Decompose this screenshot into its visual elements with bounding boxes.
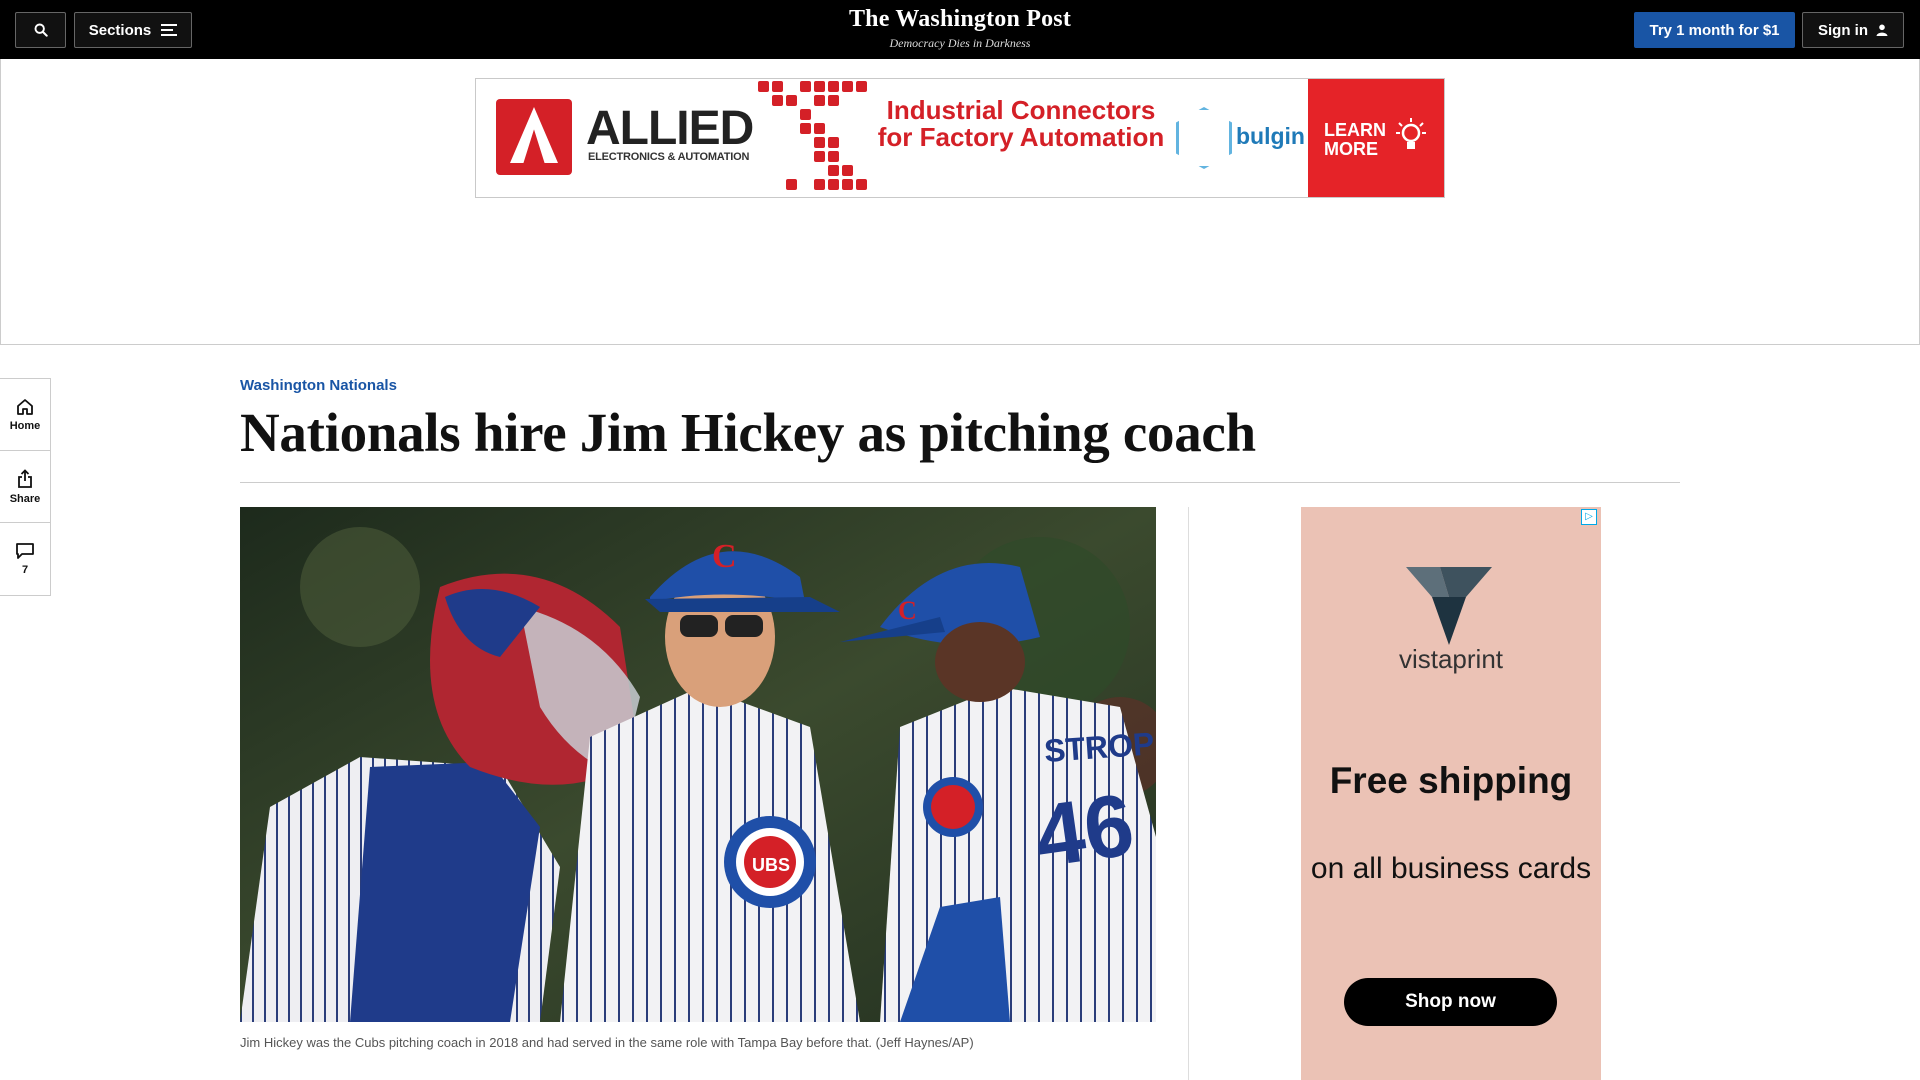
headline-divider (240, 482, 1680, 483)
home-icon (17, 398, 33, 415)
top-navigation-bar: Sections The Washington Post Democracy D… (0, 0, 1920, 59)
ad-headline: Free shipping (1329, 760, 1573, 801)
sections-label: Sections (88, 21, 152, 39)
ad-partner-name: bulgin (1236, 123, 1305, 149)
svg-text:UBS: UBS (752, 855, 790, 875)
vistaprint-logo-icon (1406, 567, 1492, 645)
top-banner-ad[interactable]: ▷ ✕ ALLIED ELECTRONICS & AUTOMATION Indu… (475, 78, 1445, 198)
column-divider (1188, 507, 1189, 1080)
bulgin-logo: bulgin (1176, 103, 1316, 175)
hamburger-menu-icon (161, 24, 178, 36)
ad-brand-subtitle: ELECTRONICS & AUTOMATION (588, 151, 750, 163)
ad-cta-label: LEARN MORE (1324, 120, 1386, 159)
rail-comments-count: 7 (21, 564, 29, 576)
search-button[interactable] (15, 12, 66, 48)
svg-text:46: 46 (1029, 774, 1140, 886)
sign-in-button[interactable]: Sign in (1802, 12, 1904, 48)
subscribe-button[interactable]: Try 1 month for $1 (1634, 12, 1795, 48)
sections-menu-button[interactable]: Sections (74, 12, 192, 48)
sign-in-label: Sign in (1818, 21, 1868, 39)
site-branding: The Washington Post Democracy Dies in Da… (760, 6, 1160, 51)
rail-home-label: Home (9, 419, 41, 432)
site-tagline: Democracy Dies in Darkness (889, 36, 1031, 50)
shop-now-button[interactable]: Shop now (1344, 978, 1557, 1026)
ad-body-text: on all business cards (1310, 852, 1592, 885)
ad-headline: Industrial Connectors for Factory Automa… (877, 95, 1165, 152)
search-icon (34, 23, 48, 37)
connector-pattern-graphic (756, 79, 876, 197)
bulgin-hexagon-icon (1176, 107, 1232, 169)
article-headline: Nationals hire Jim Hickey as pitching co… (240, 402, 1256, 463)
rail-share-label: Share (9, 492, 41, 505)
baseball-coaches-photo: C UBS C 46 STROP (240, 507, 1156, 1022)
lightbulb-icon (1396, 118, 1426, 149)
ad-brand-name: ALLIED (586, 102, 754, 155)
svg-text:C: C (712, 538, 737, 575)
rail-share-button[interactable]: Share (0, 451, 50, 523)
article-lead-photo[interactable]: C UBS C 46 STROP (240, 507, 1156, 1022)
ad-choices-icon[interactable]: ▷ (1581, 509, 1597, 525)
svg-text:STROP: STROP (1043, 725, 1155, 769)
allied-logo-icon (496, 99, 572, 175)
rail-home-button[interactable]: Home (0, 379, 50, 451)
rail-comments-button[interactable]: 7 (0, 523, 50, 595)
comment-icon (16, 543, 34, 559)
sidebar-ad[interactable]: ▷ vistaprint Free shipping on all busine… (1301, 507, 1601, 1080)
ad-learn-more-button[interactable]: LEARN MORE (1308, 79, 1444, 197)
user-icon (1876, 24, 1888, 36)
article-section-kicker[interactable]: Washington Nationals (240, 377, 397, 394)
site-logo[interactable]: The Washington Post (760, 6, 1160, 32)
photo-caption: Jim Hickey was the Cubs pitching coach i… (240, 1035, 974, 1050)
ad-brand-name: vistaprint (1398, 644, 1504, 674)
left-share-rail: Home Share 7 (0, 378, 51, 596)
share-icon (18, 468, 32, 488)
svg-text:C: C (898, 596, 917, 625)
